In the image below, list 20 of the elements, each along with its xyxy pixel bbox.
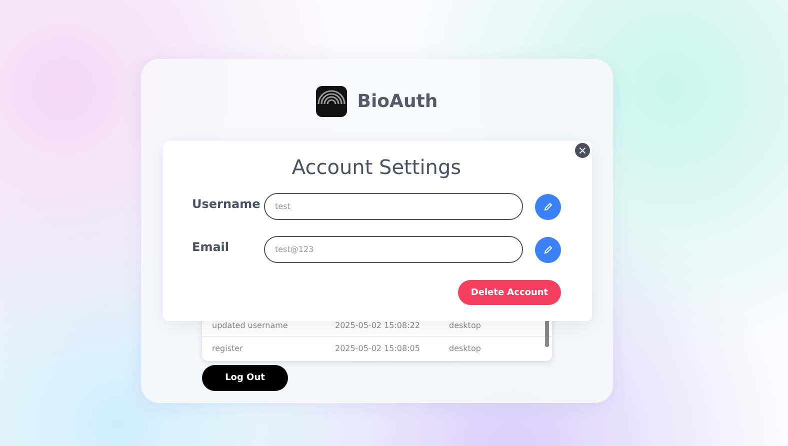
edit-button[interactable] — [535, 236, 561, 262]
table-cell-text: 2025-05-02 15:08:22 — [335, 320, 421, 330]
edit-button[interactable] — [535, 194, 561, 220]
delete-account-button[interactable]: Delete Account — [458, 280, 561, 305]
close-button[interactable]: × — [575, 143, 590, 158]
input-field[interactable]: test@123 — [264, 236, 523, 263]
table-cell-text: 2025-05-02 15:08:05 — [335, 344, 421, 352]
pencil-icon — [543, 202, 553, 212]
table-cell-text: desktop — [449, 344, 482, 352]
modal-title: Account Settings — [290, 155, 462, 179]
logout-button[interactable]: Log Out — [202, 365, 288, 391]
field-label: Username — [192, 196, 262, 210]
fingerprint-icon — [316, 86, 348, 117]
field-label: Email — [192, 240, 230, 254]
table-cell-text: register — [212, 344, 244, 352]
table-cell-text: desktop — [449, 320, 482, 330]
table-cell-text: updated username — [212, 320, 289, 330]
brand-name: BioAuth — [357, 91, 438, 112]
input-field[interactable]: test — [264, 193, 523, 220]
pencil-icon — [543, 244, 553, 254]
